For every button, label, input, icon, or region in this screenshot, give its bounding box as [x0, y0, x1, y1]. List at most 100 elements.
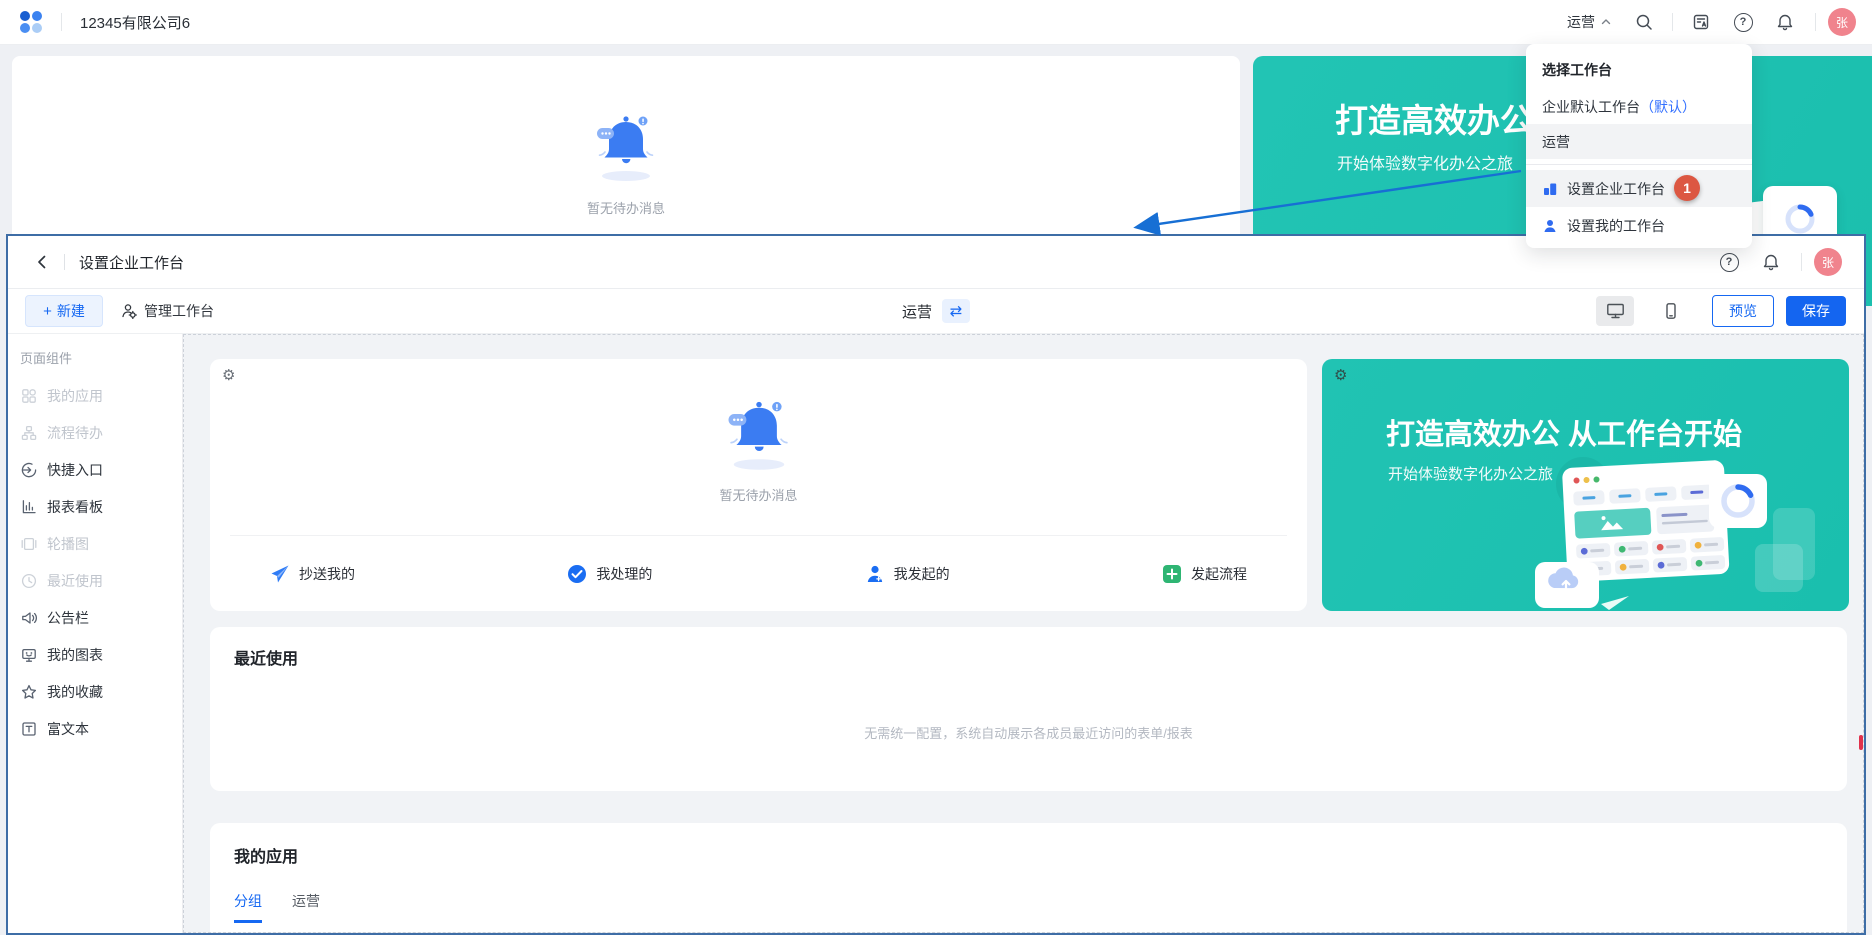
sidebar-item-my-favorites[interactable]: 我的收藏 [8, 673, 182, 710]
todo-widget[interactable]: ⚙ 暂无待办消 [210, 359, 1307, 611]
modal-title: 设置企业工作台 [79, 252, 184, 273]
sidebar-item-label: 公告栏 [47, 608, 89, 628]
tab-yunying[interactable]: 运营 [292, 891, 320, 923]
menu-item-label: 设置企业工作台 [1567, 179, 1665, 199]
menu-item-default-workspace[interactable]: 企业默认工作台 （默认） [1526, 89, 1752, 124]
workspace-menu-title: 选择工作台 [1526, 48, 1752, 89]
company-name: 12345有限公司6 [80, 12, 190, 33]
current-workspace-name: 运营 [902, 301, 932, 322]
back-icon[interactable] [30, 250, 54, 274]
banner-illustration [1505, 446, 1845, 611]
recent-used-widget[interactable]: 最近使用 无需统一配置，系统自动展示各成员最近访问的表单/报表 [210, 627, 1847, 791]
app-topbar: 12345有限公司6 运营 ? 张 [0, 0, 1872, 45]
menu-item-yunying-workspace[interactable]: 运营 [1526, 124, 1752, 159]
manage-workspace-label: 管理工作台 [144, 301, 214, 321]
tab-group[interactable]: 分组 [234, 891, 262, 923]
action-cc-to-me[interactable]: 抄送我的 [270, 564, 355, 584]
speaker-icon [21, 610, 37, 626]
swap-glyph: ⇄ [950, 302, 963, 320]
sidebar-item-carousel: 轮播图 [8, 525, 182, 562]
save-button[interactable]: 保存 [1786, 296, 1846, 326]
default-tag: （默认） [1640, 97, 1696, 117]
plus-square-icon [1162, 564, 1182, 584]
bell-illustration [713, 393, 805, 475]
new-button-label: 新建 [57, 301, 85, 321]
notification-bell-icon[interactable] [1767, 7, 1803, 37]
app-logo-icon [20, 11, 43, 34]
sidebar-item-label: 最近使用 [47, 571, 103, 591]
my-apps-widget[interactable]: 我的应用 分组 运营 [210, 823, 1847, 933]
user-avatar[interactable]: 张 [1828, 8, 1856, 36]
bg-empty-todo-text: 暂无待办消息 [587, 198, 665, 217]
question-glyph: ? [1726, 256, 1733, 268]
workspace-switcher[interactable]: 运营 [1567, 12, 1612, 32]
search-icon[interactable] [1626, 7, 1662, 37]
action-label: 我处理的 [596, 564, 652, 584]
sidebar-item-label: 快捷入口 [47, 460, 103, 480]
bell-illustration [583, 108, 669, 186]
my-apps-title: 我的应用 [234, 843, 1823, 867]
mobile-view-button[interactable] [1652, 296, 1690, 326]
sidebar-item-label: 我的收藏 [47, 682, 103, 702]
phone-icon [1662, 302, 1680, 320]
menu-item-setup-my-workspace[interactable]: 设置我的工作台 [1526, 207, 1752, 244]
modal-user-avatar[interactable]: 张 [1814, 248, 1842, 276]
widget-gear-icon[interactable]: ⚙ [222, 366, 235, 384]
action-initiated-by-me[interactable]: 我发起的 [865, 564, 950, 584]
sidebar-item-announcement[interactable]: 公告栏 [8, 599, 182, 636]
workspace-menu: 选择工作台 企业默认工作台 （默认） 运营 设置企业工作台 1 设置我的工作台 [1526, 44, 1752, 248]
sidebar-item-recent-used: 最近使用 [8, 562, 182, 599]
desktop-view-button[interactable] [1596, 296, 1634, 326]
chart-board-icon [21, 647, 37, 663]
action-start-process[interactable]: 发起流程 [1162, 564, 1247, 584]
loader-ring-icon [1782, 201, 1818, 237]
sidebar-item-my-apps: 我的应用 [8, 377, 182, 414]
sidebar-item-label: 富文本 [47, 719, 89, 739]
menu-item-label: 设置我的工作台 [1567, 216, 1665, 236]
check-circle-icon [567, 564, 587, 584]
sidebar-item-report-board[interactable]: 报表看板 [8, 488, 182, 525]
recent-hint-text: 无需统一配置，系统自动展示各成员最近访问的表单/报表 [210, 723, 1847, 742]
modal-help-icon[interactable]: ? [1711, 247, 1747, 277]
menu-item-label: 企业默认工作台 [1542, 97, 1640, 117]
action-handled-by-me[interactable]: 我处理的 [567, 564, 652, 584]
workspace-canvas: ⚙ 暂无待办消 [183, 334, 1864, 933]
sidebar-item-rich-text[interactable]: 富文本 [8, 710, 182, 747]
setup-workspace-modal: 设置企业工作台 ? 张 + 新建 管理工作台 运营 [6, 234, 1866, 935]
modal-bell-icon[interactable] [1753, 247, 1789, 277]
modal-body: 页面组件 我的应用 流程待办 快捷入口 报表看板 [8, 334, 1864, 933]
rich-text-icon [21, 721, 37, 737]
preview-button[interactable]: 预览 [1712, 295, 1774, 327]
sidebar-item-my-charts[interactable]: 我的图表 [8, 636, 182, 673]
action-label: 抄送我的 [299, 564, 355, 584]
divider [61, 13, 62, 31]
menu-separator [1526, 164, 1752, 165]
promo-banner-widget[interactable]: ⚙ 打造高效办公 从工作台开始 开始体验数字化办公之旅 [1322, 359, 1849, 611]
enterprise-workspace-icon [1542, 181, 1558, 197]
quick-entry-icon [21, 462, 37, 478]
scroll-indicator[interactable] [1859, 735, 1863, 750]
clock-icon [21, 573, 37, 589]
menu-item-setup-enterprise-workspace[interactable]: 设置企业工作台 1 [1526, 170, 1752, 207]
menu-item-label: 运营 [1542, 132, 1570, 152]
divider [1672, 13, 1673, 31]
manage-workspace-button[interactable]: 管理工作台 [121, 301, 214, 321]
star-icon [21, 684, 37, 700]
sidebar-item-label: 我的图表 [47, 645, 103, 665]
guide-book-icon[interactable] [1683, 7, 1719, 37]
carousel-icon [21, 536, 37, 552]
help-icon[interactable]: ? [1725, 7, 1761, 37]
action-label: 发起流程 [1191, 564, 1247, 584]
sidebar-header: 页面组件 [8, 346, 182, 377]
step-badge: 1 [1674, 175, 1700, 201]
divider [1801, 253, 1802, 271]
sidebar-item-label: 轮播图 [47, 534, 89, 554]
sidebar-item-quick-entry[interactable]: 快捷入口 [8, 451, 182, 488]
widget-gear-icon[interactable]: ⚙ [1334, 366, 1347, 384]
sidebar-item-label: 我的应用 [47, 386, 103, 406]
sidebar-item-label: 流程待办 [47, 423, 103, 443]
person-icon [865, 564, 885, 584]
new-button[interactable]: + 新建 [25, 295, 103, 327]
switch-workspace-icon[interactable]: ⇄ [942, 299, 970, 323]
caret-up-icon [1600, 16, 1612, 28]
